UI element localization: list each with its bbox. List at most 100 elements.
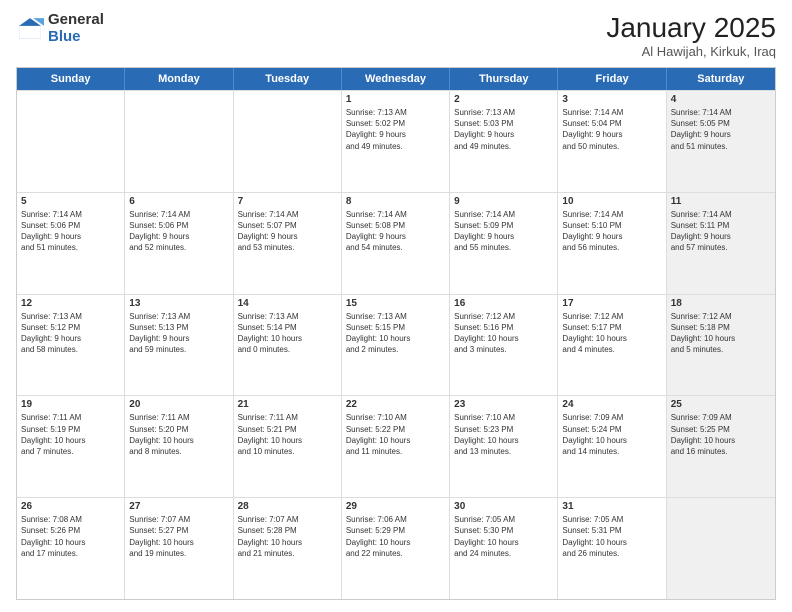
day-number: 14: [238, 298, 337, 309]
day-header-thursday: Thursday: [450, 68, 558, 90]
calendar-cell: 6 Sunrise: 7:14 AM Sunset: 5:06 PM Daylig…: [125, 193, 233, 294]
calendar-cell: 23Sunrise: 7:10 AM Sunset: 5:23 PM Dayli…: [450, 396, 558, 497]
day-number: 1: [346, 94, 445, 105]
day-number: 12: [21, 298, 120, 309]
calendar-cell: 24 Sunrise: 7:09 AM Sunset: 5:24 PM Dayli…: [558, 396, 666, 497]
calendar-header: SundayMondayTuesdayWednesdayThursdayFrid…: [17, 68, 775, 90]
calendar-cell: 5 Sunrise: 7:14 AM Sunset: 5:06 PM Daylig…: [17, 193, 125, 294]
logo-text: General Blue: [48, 12, 104, 45]
logo: General Blue: [16, 12, 104, 45]
day-details: Sunrise: 7:05 AM Sunset: 5:30 PM Dayligh…: [454, 515, 518, 558]
day-number: 25: [671, 399, 771, 410]
day-details: Sunrise: 7:13 AM Sunset: 5:03 PM Dayligh…: [454, 108, 515, 151]
calendar-cell: 28 Sunrise: 7:07 AM Sunset: 5:28 PM Dayli…: [234, 498, 342, 599]
calendar-cell: 10 Sunrise: 7:14 AM Sunset: 5:10 PM Dayli…: [558, 193, 666, 294]
day-header-monday: Monday: [125, 68, 233, 90]
day-number: 31: [562, 501, 661, 512]
calendar-cell: 21 Sunrise: 7:11 AM Sunset: 5:21 PM Dayli…: [234, 396, 342, 497]
day-number: 28: [238, 501, 337, 512]
day-number: 24: [562, 399, 661, 410]
day-details: Sunrise: 7:07 AM Sunset: 5:27 PM Dayligh…: [129, 515, 193, 558]
calendar-cell: 18 Sunrise: 7:12 AM Sunset: 5:18 PM Dayli…: [667, 295, 775, 396]
day-details: Sunrise: 7:13 AM Sunset: 5:13 PM Dayligh…: [129, 312, 190, 355]
logo-general-text: General: [48, 12, 104, 29]
day-details: Sunrise: 7:07 AM Sunset: 5:28 PM Dayligh…: [238, 515, 302, 558]
location-subtitle: Al Hawijah, Kirkuk, Iraq: [606, 44, 776, 59]
calendar-cell: 8 Sunrise: 7:14 AM Sunset: 5:08 PM Daylig…: [342, 193, 450, 294]
day-details: Sunrise: 7:05 AM Sunset: 5:31 PM Dayligh…: [562, 515, 626, 558]
title-block: January 2025 Al Hawijah, Kirkuk, Iraq: [606, 12, 776, 59]
day-header-friday: Friday: [558, 68, 666, 90]
day-number: 29: [346, 501, 445, 512]
day-number: 8: [346, 196, 445, 207]
calendar-week-1: 1 Sunrise: 7:13 AM Sunset: 5:02 PM Daylig…: [17, 90, 775, 192]
day-details: Sunrise: 7:14 AM Sunset: 5:04 PM Dayligh…: [562, 108, 623, 151]
calendar-week-2: 5 Sunrise: 7:14 AM Sunset: 5:06 PM Daylig…: [17, 192, 775, 294]
header: General Blue January 2025 Al Hawijah, Ki…: [16, 12, 776, 59]
calendar-week-5: 26 Sunrise: 7:08 AM Sunset: 5:26 PM Dayli…: [17, 497, 775, 599]
day-details: Sunrise: 7:13 AM Sunset: 5:02 PM Dayligh…: [346, 108, 407, 151]
day-details: Sunrise: 7:13 AM Sunset: 5:14 PM Dayligh…: [238, 312, 302, 355]
month-title: January 2025: [606, 12, 776, 44]
calendar-cell: 4Sunrise: 7:14 AM Sunset: 5:05 PM Daylig…: [667, 91, 775, 192]
calendar-cell: 26 Sunrise: 7:08 AM Sunset: 5:26 PM Dayli…: [17, 498, 125, 599]
calendar-cell: 1 Sunrise: 7:13 AM Sunset: 5:02 PM Daylig…: [342, 91, 450, 192]
day-details: Sunrise: 7:14 AM Sunset: 5:08 PM Dayligh…: [346, 210, 407, 253]
calendar-cell: 7Sunrise: 7:14 AM Sunset: 5:07 PM Daylig…: [234, 193, 342, 294]
day-number: 6: [129, 196, 228, 207]
day-number: 13: [129, 298, 228, 309]
logo-blue-text: Blue: [48, 29, 104, 46]
day-number: 10: [562, 196, 661, 207]
day-number: 15: [346, 298, 445, 309]
day-number: 3: [562, 94, 661, 105]
calendar-cell: 13 Sunrise: 7:13 AM Sunset: 5:13 PM Dayli…: [125, 295, 233, 396]
calendar-week-4: 19 Sunrise: 7:11 AM Sunset: 5:19 PM Dayli…: [17, 395, 775, 497]
day-number: 17: [562, 298, 661, 309]
day-details: Sunrise: 7:11 AM Sunset: 5:21 PM Dayligh…: [238, 413, 302, 456]
calendar-body: 1 Sunrise: 7:13 AM Sunset: 5:02 PM Daylig…: [17, 90, 775, 599]
day-number: 26: [21, 501, 120, 512]
calendar-cell: 20 Sunrise: 7:11 AM Sunset: 5:20 PM Dayli…: [125, 396, 233, 497]
day-header-saturday: Saturday: [667, 68, 775, 90]
day-number: 21: [238, 399, 337, 410]
day-number: 18: [671, 298, 771, 309]
day-number: 5: [21, 196, 120, 207]
day-details: Sunrise: 7:14 AM Sunset: 5:06 PM Dayligh…: [21, 210, 82, 253]
day-number: 19: [21, 399, 120, 410]
calendar-week-3: 12Sunrise: 7:13 AM Sunset: 5:12 PM Dayli…: [17, 294, 775, 396]
day-number: 16: [454, 298, 553, 309]
calendar-cell: 17Sunrise: 7:12 AM Sunset: 5:17 PM Dayli…: [558, 295, 666, 396]
day-details: Sunrise: 7:12 AM Sunset: 5:18 PM Dayligh…: [671, 312, 735, 355]
day-details: Sunrise: 7:11 AM Sunset: 5:19 PM Dayligh…: [21, 413, 85, 456]
day-number: 7: [238, 196, 337, 207]
calendar-cell: [234, 91, 342, 192]
calendar-cell: 3 Sunrise: 7:14 AM Sunset: 5:04 PM Daylig…: [558, 91, 666, 192]
day-details: Sunrise: 7:14 AM Sunset: 5:10 PM Dayligh…: [562, 210, 623, 253]
day-number: 20: [129, 399, 228, 410]
day-details: Sunrise: 7:11 AM Sunset: 5:20 PM Dayligh…: [129, 413, 193, 456]
day-details: Sunrise: 7:14 AM Sunset: 5:05 PM Dayligh…: [671, 108, 732, 151]
day-details: Sunrise: 7:09 AM Sunset: 5:24 PM Dayligh…: [562, 413, 626, 456]
calendar-cell: 27Sunrise: 7:07 AM Sunset: 5:27 PM Dayli…: [125, 498, 233, 599]
day-number: 23: [454, 399, 553, 410]
page: General Blue January 2025 Al Hawijah, Ki…: [0, 0, 792, 612]
logo-icon: [16, 15, 44, 43]
calendar-cell: 9Sunrise: 7:14 AM Sunset: 5:09 PM Daylig…: [450, 193, 558, 294]
day-details: Sunrise: 7:10 AM Sunset: 5:22 PM Dayligh…: [346, 413, 410, 456]
day-number: 22: [346, 399, 445, 410]
day-details: Sunrise: 7:14 AM Sunset: 5:11 PM Dayligh…: [671, 210, 732, 253]
calendar-cell: [667, 498, 775, 599]
day-number: 9: [454, 196, 553, 207]
day-header-tuesday: Tuesday: [234, 68, 342, 90]
calendar-cell: 2Sunrise: 7:13 AM Sunset: 5:03 PM Daylig…: [450, 91, 558, 192]
calendar-cell: 19 Sunrise: 7:11 AM Sunset: 5:19 PM Dayli…: [17, 396, 125, 497]
day-details: Sunrise: 7:13 AM Sunset: 5:15 PM Dayligh…: [346, 312, 410, 355]
calendar-cell: [125, 91, 233, 192]
day-details: Sunrise: 7:06 AM Sunset: 5:29 PM Dayligh…: [346, 515, 410, 558]
calendar-cell: 11Sunrise: 7:14 AM Sunset: 5:11 PM Dayli…: [667, 193, 775, 294]
calendar: SundayMondayTuesdayWednesdayThursdayFrid…: [16, 67, 776, 600]
calendar-cell: 12Sunrise: 7:13 AM Sunset: 5:12 PM Dayli…: [17, 295, 125, 396]
calendar-cell: 14 Sunrise: 7:13 AM Sunset: 5:14 PM Dayli…: [234, 295, 342, 396]
day-details: Sunrise: 7:14 AM Sunset: 5:06 PM Dayligh…: [129, 210, 190, 253]
day-details: Sunrise: 7:08 AM Sunset: 5:26 PM Dayligh…: [21, 515, 85, 558]
